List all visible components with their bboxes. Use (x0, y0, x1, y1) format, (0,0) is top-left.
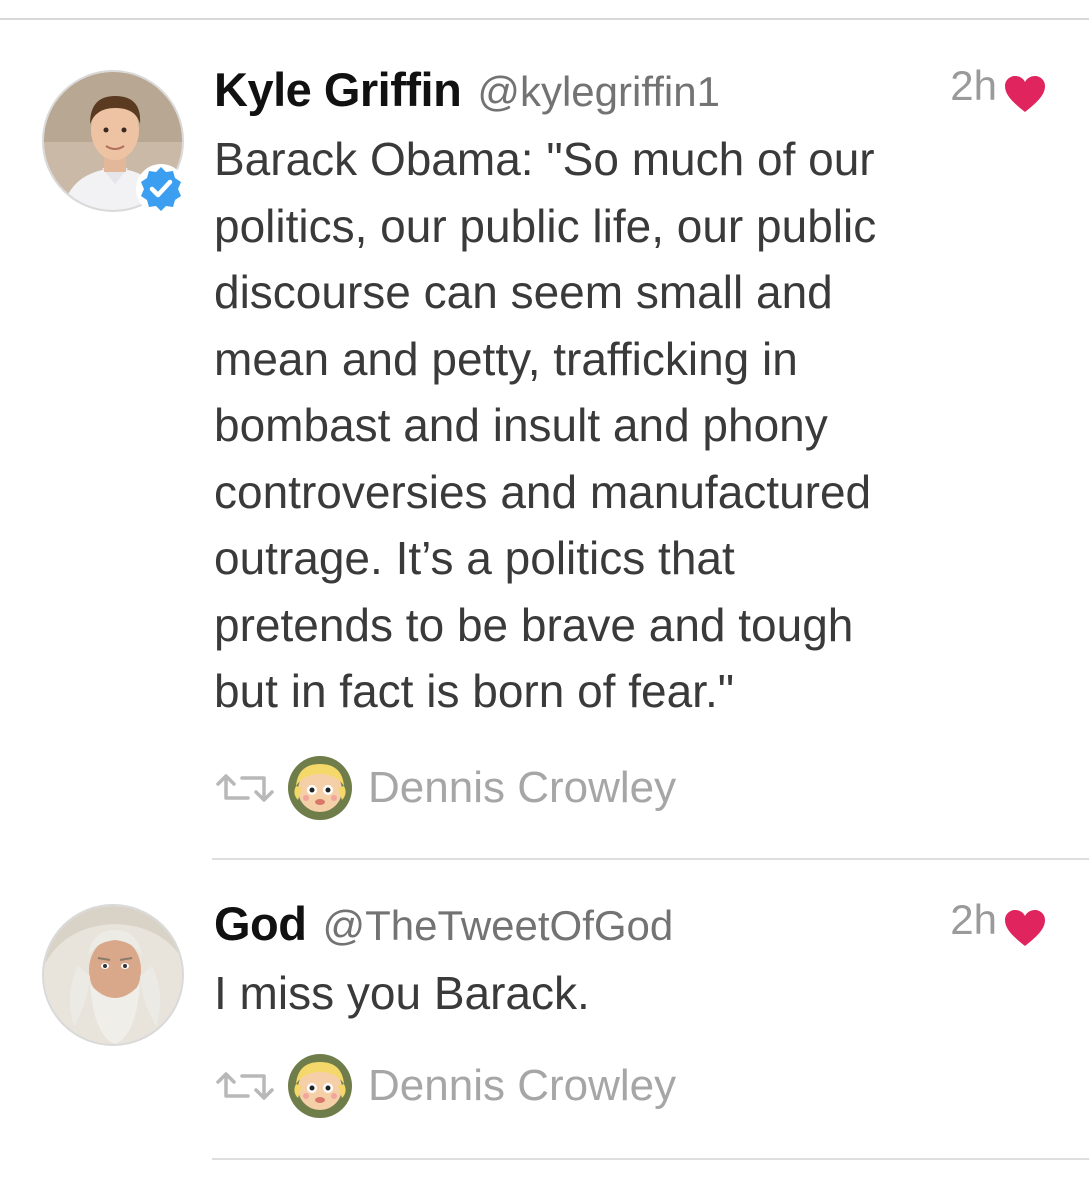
social-avatar[interactable] (288, 756, 352, 820)
retweet-icon (216, 1072, 274, 1100)
user-handle[interactable]: @kylegriffin1 (477, 68, 720, 116)
tweet-text-line: I miss you Barack. (214, 967, 590, 1019)
tweet-god[interactable]: God @TheTweetOfGod 2h I miss you Barack. (0, 860, 1089, 1160)
display-name[interactable]: God (214, 896, 307, 951)
social-avatar[interactable] (288, 1054, 352, 1118)
social-context[interactable]: Dennis Crowley (214, 756, 676, 820)
tweet-text-line: bombast and insult and phony (214, 399, 828, 451)
tweet-header: Kyle Griffin @kylegriffin1 2h (214, 62, 1049, 122)
tweet-text-line: mean and petty, trafficking in (214, 332, 798, 385)
tweet-text-line: Barack Obama: "So much of our (214, 133, 875, 185)
tweet-text-line: pretends to be brave and tough (214, 598, 854, 651)
display-name[interactable]: Kyle Griffin (214, 62, 462, 117)
avatar[interactable] (42, 904, 184, 1046)
tweet-text-line: discourse can seem small and (214, 266, 833, 318)
like-heart-icon[interactable] (1003, 74, 1047, 114)
retweet-icon (216, 774, 274, 802)
timestamp: 2h (950, 62, 997, 109)
tweet-header: God @TheTweetOfGod 2h (214, 896, 1049, 956)
tweet-kyle-griffin[interactable]: Kyle Griffin @kylegriffin1 2h Barack Oba… (0, 0, 1089, 860)
timestamp: 2h (950, 896, 997, 943)
tweet-text-line: controversies and manufactured (214, 465, 872, 518)
social-context[interactable]: Dennis Crowley (214, 1054, 676, 1118)
social-context-name[interactable]: Dennis Crowley (368, 763, 676, 813)
like-heart-icon[interactable] (1003, 908, 1047, 948)
verified-badge-icon (136, 164, 186, 214)
tweet-text: Barack Obama: "So much of our politics, … (214, 126, 1054, 725)
tweet-text-line: politics, our public life, our public (214, 199, 877, 252)
tweet-text: I miss you Barack. (214, 960, 1054, 1027)
user-handle[interactable]: @TheTweetOfGod (322, 902, 673, 950)
tweet-text-line: outrage. It’s a politics that (214, 532, 735, 584)
tweet-text-line: but in fact is born of fear." (214, 665, 735, 717)
tweet-divider (212, 1158, 1089, 1160)
social-context-name[interactable]: Dennis Crowley (368, 1061, 676, 1111)
